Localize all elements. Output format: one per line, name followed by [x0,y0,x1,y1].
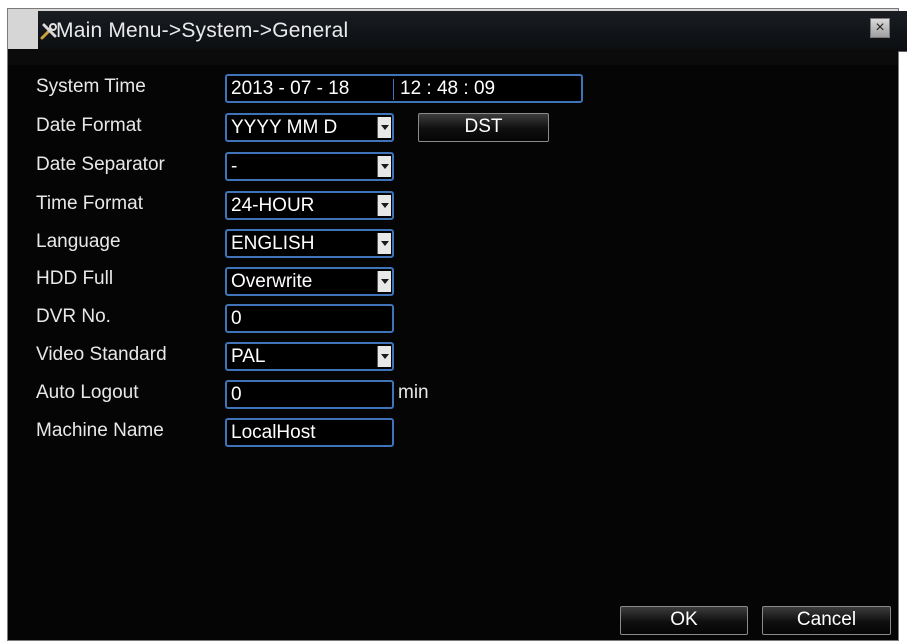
cancel-button[interactable]: Cancel [762,606,891,635]
ok-button[interactable]: OK [620,606,748,635]
chevron-down-icon[interactable] [377,195,391,216]
machine-name-input[interactable]: LocalHost [225,418,394,447]
system-time-label: System Time [36,76,146,97]
date-format-label: Date Format [36,115,142,136]
video-standard-select[interactable]: PAL [225,342,394,371]
close-button[interactable]: × [870,18,890,38]
date-format-select[interactable]: YYYY MM D [225,113,394,142]
title-bar-edge [8,49,898,65]
video-standard-value: PAL [231,346,266,367]
date-separator-select[interactable]: - [225,152,394,181]
date-separator-label: Date Separator [36,154,165,175]
title-bar: Main Menu->System->General × [8,9,907,65]
hdd-full-value: Overwrite [231,271,313,292]
general-settings-dialog: Main Menu->System->General × System Time… [7,8,907,641]
language-select[interactable]: ENGLISH [225,229,394,258]
language-label: Language [36,231,121,252]
auto-logout-input[interactable]: 0 [225,380,394,409]
chevron-down-icon[interactable] [377,233,391,254]
hdd-full-select[interactable]: Overwrite [225,267,394,296]
system-time-clock[interactable]: 12 : 48 : 09 [400,76,495,101]
language-value: ENGLISH [231,233,315,254]
auto-logout-label: Auto Logout [36,382,139,403]
dvr-no-input[interactable]: 0 [225,304,394,333]
date-format-value: YYYY MM D [231,117,338,138]
window-title: Main Menu->System->General [56,19,349,42]
date-separator-value: - [231,156,238,177]
time-format-label: Time Format [36,193,143,214]
dvr-no-label: DVR No. [36,306,111,327]
video-standard-label: Video Standard [36,344,167,365]
hdd-full-label: HDD Full [36,268,114,289]
auto-logout-unit: min [398,382,429,403]
chevron-down-icon[interactable] [377,117,391,138]
system-time-field[interactable]: 2013 - 07 - 18 12 : 48 : 09 [225,74,583,103]
time-format-select[interactable]: 24-HOUR [225,191,394,220]
chevron-down-icon[interactable] [377,271,391,292]
chevron-down-icon[interactable] [377,156,391,177]
dst-button[interactable]: DST [418,113,549,142]
date-time-divider [393,79,394,100]
chevron-down-icon[interactable] [377,346,391,367]
time-format-value: 24-HOUR [231,195,315,216]
system-time-date[interactable]: 2013 - 07 - 18 [231,78,349,99]
machine-name-label: Machine Name [36,420,164,441]
